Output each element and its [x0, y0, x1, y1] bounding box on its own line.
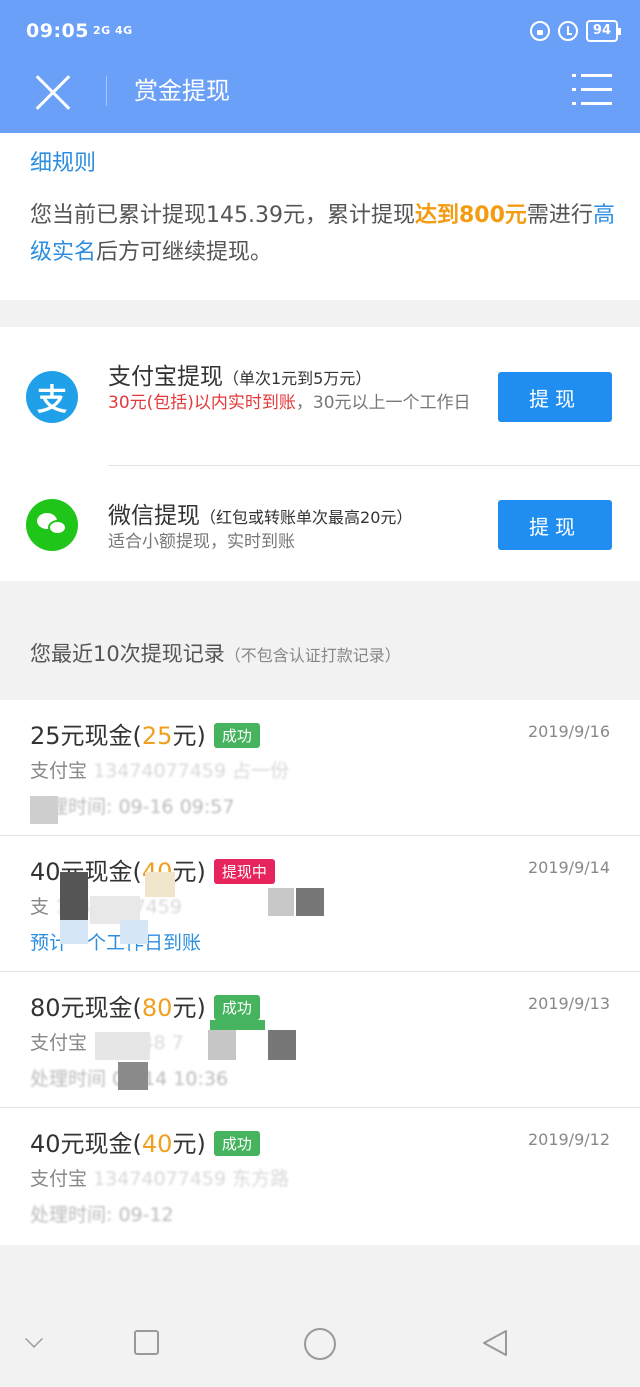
mosaic-block	[120, 920, 148, 944]
mosaic-block	[95, 1032, 150, 1060]
mosaic-block	[268, 888, 294, 916]
record-eta: 预计一个工作日到账	[30, 932, 202, 954]
page-title: 赏金提现	[134, 77, 230, 105]
record-time: 处理时间: 09-16 09:57	[30, 796, 235, 818]
app-header: 09:05 2G 4G 94 赏金提现	[0, 0, 640, 133]
record-amount: 80元现金(80元) 成功	[30, 988, 260, 1023]
withdraw-methods: 支 支付宝提现（单次1元到5万元） 30元(包括)以内实时到账，30元以上一个工…	[0, 327, 640, 581]
mosaic-block	[210, 1020, 265, 1030]
wechat-title: 微信提现（红包或转账单次最高20元）	[108, 503, 413, 529]
record-account: 支付宝 13474077459 东方路	[30, 1168, 290, 1190]
back-icon[interactable]	[480, 1328, 510, 1358]
record-time: 处理时间: 09-12	[30, 1204, 174, 1226]
alipay-icon: 支	[26, 371, 78, 423]
record-amount: 25元现金(25元) 成功	[30, 716, 260, 751]
record-amount: 40元现金(40元) 成功	[30, 1124, 260, 1159]
rules-section: 细规则 您当前已累计提现145.39元，累计提现达到800元需进行高级实名后方可…	[0, 133, 640, 300]
wechat-withdraw-button[interactable]: 提现	[498, 500, 612, 550]
header-divider	[106, 76, 107, 106]
battery-icon: 94	[585, 20, 622, 42]
mosaic-block	[118, 1062, 148, 1090]
menu-icon[interactable]	[572, 74, 612, 106]
records-list: 25元现金(25元) 成功 2019/9/16 支付宝 13474077459 占…	[0, 700, 640, 1245]
records-header: 您最近10次提现记录（不包含认证打款记录）	[30, 642, 401, 666]
list-item[interactable]: 40元现金(40元) 成功 2019/9/12 支付宝 13474077459 东…	[0, 1108, 640, 1245]
alipay-title: 支付宝提现（单次1元到5万元）	[108, 364, 372, 390]
close-icon[interactable]	[32, 72, 74, 114]
record-date: 2019/9/13	[527, 994, 610, 1013]
alipay-method: 支 支付宝提现（单次1元到5万元） 30元(包括)以内实时到账，30元以上一个工…	[0, 327, 640, 465]
status-icons: 94	[529, 20, 622, 42]
rules-text: 您当前已累计提现145.39元，累计提现达到800元需进行高级实名后方可继续提现…	[30, 203, 615, 265]
status-badge: 提现中	[213, 859, 275, 884]
record-date: 2019/9/16	[527, 722, 610, 741]
mosaic-block	[145, 872, 175, 897]
mosaic-block	[60, 920, 88, 944]
list-item[interactable]: 80元现金(80元)成功 2019/9/13 支付宝 134748 7 处理时间…	[0, 972, 640, 1108]
mosaic-block	[208, 1030, 236, 1060]
wechat-icon	[26, 499, 78, 551]
list-item[interactable]: 25元现金(25元) 成功 2019/9/16 支付宝 13474077459 占…	[0, 700, 640, 836]
list-item[interactable]: 40元现金(40元)提现中 2019/9/14 支 134745 7459 预计…	[0, 836, 640, 972]
status-time: 09:05 2G 4G	[26, 20, 133, 42]
mosaic-block	[60, 872, 88, 922]
mosaic-block	[30, 796, 58, 824]
home-icon[interactable]	[304, 1328, 336, 1360]
rules-link[interactable]: 细规则	[30, 145, 96, 177]
status-badge: 成功	[213, 1131, 260, 1156]
chevron-down-icon[interactable]	[25, 1330, 43, 1348]
record-date: 2019/9/12	[527, 1130, 610, 1149]
status-badge: 成功	[213, 995, 260, 1020]
system-nav-bar	[0, 1300, 640, 1387]
status-clock: 09:05	[26, 20, 89, 42]
record-date: 2019/9/14	[527, 858, 610, 877]
mosaic-block	[268, 1030, 296, 1060]
alipay-withdraw-button[interactable]: 提现	[498, 372, 612, 422]
wechat-method: 微信提现（红包或转账单次最高20元） 适合小额提现，实时到账 提现	[0, 466, 640, 581]
mosaic-block	[296, 888, 324, 916]
limit-highlight: 达到800元	[414, 203, 527, 228]
alipay-desc: 30元(包括)以内实时到账，30元以上一个工作日	[108, 393, 471, 413]
recent-apps-icon[interactable]	[134, 1330, 159, 1355]
signal-indicator: 2G 4G	[92, 24, 133, 37]
wechat-desc: 适合小额提现，实时到账	[108, 532, 295, 552]
record-account: 支付宝 13474077459 占一份	[30, 760, 290, 782]
rotation-lock-icon	[529, 21, 550, 41]
status-badge: 成功	[213, 723, 260, 748]
alarm-icon	[557, 21, 578, 41]
